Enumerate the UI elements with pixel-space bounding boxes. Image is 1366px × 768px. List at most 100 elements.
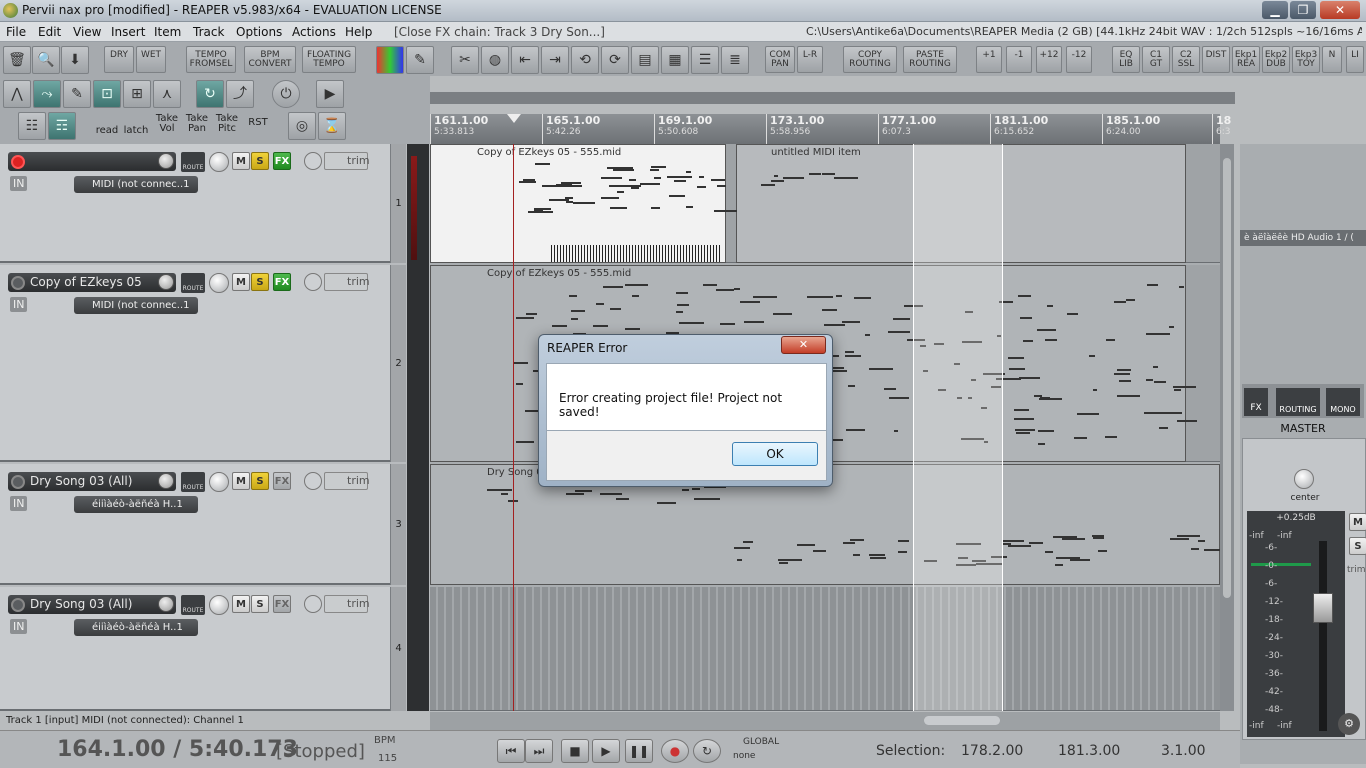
track-3-header[interactable]: Dry Song 03 (All) ROUTE M S FX trim IN é… — [0, 464, 406, 585]
input-label[interactable]: IN — [10, 619, 28, 634]
ekp3-toy-button[interactable]: Ekp3 TOY — [1292, 46, 1320, 73]
ekp1-rea-button[interactable]: Ekp1 REA — [1232, 46, 1260, 73]
menu-options[interactable]: Options — [236, 25, 282, 39]
volume-knob[interactable] — [158, 153, 174, 169]
time-selection[interactable] — [913, 144, 1003, 711]
envelope-tool-icon[interactable]: ⋀ — [3, 80, 31, 108]
transpose-plus1-button[interactable]: +1 — [976, 46, 1002, 73]
track-name-field[interactable]: Copy of EZkeys 05 — [8, 273, 176, 292]
grid-snap-icon[interactable]: ⊞ — [123, 80, 151, 108]
play-icon[interactable]: ▶ — [592, 739, 620, 763]
drum-icon[interactable]: ◍ — [481, 46, 509, 74]
minimize-button[interactable]: ▁ — [1262, 1, 1288, 19]
c1-gt-button[interactable]: C1 GT — [1142, 46, 1170, 73]
auto-crossfade-icon[interactable]: ⋏ — [153, 80, 181, 108]
menu-track[interactable]: Track — [193, 25, 224, 39]
mute-button[interactable]: M — [232, 472, 250, 490]
menu-file[interactable]: File — [6, 25, 26, 39]
record-mode-icon[interactable]: ◎ — [288, 112, 316, 140]
trim-button[interactable]: trim — [324, 595, 370, 613]
volume-knob[interactable] — [158, 596, 174, 612]
horizontal-scrollbar[interactable] — [430, 712, 1220, 730]
compan-button[interactable]: COM PAN — [765, 46, 795, 73]
nudge-right-icon[interactable]: ⇥ — [541, 46, 569, 74]
master-fx-button[interactable]: FX — [1244, 388, 1268, 416]
close-window-button[interactable]: ✕ — [1320, 1, 1360, 19]
pause-icon[interactable]: ❚❚ — [625, 739, 653, 763]
route-button[interactable]: ROUTE — [181, 273, 205, 293]
master-mute-button[interactable]: M — [1349, 513, 1366, 531]
fader-track[interactable] — [1319, 541, 1327, 731]
lanes-icon[interactable]: ☰ — [691, 46, 719, 74]
record-arm-button[interactable] — [11, 475, 25, 489]
trim-button[interactable]: trim — [324, 273, 370, 291]
track-2-header[interactable]: Copy of EZkeys 05 ROUTE M S FX trim IN M… — [0, 265, 406, 462]
track-name-field[interactable]: Dry Song 03 (All) — [8, 472, 176, 491]
record-arm-button[interactable] — [11, 155, 25, 169]
pan-knob[interactable] — [209, 273, 229, 293]
floating-tempo-button[interactable]: FLOATING TEMPO — [302, 46, 356, 73]
copy-routing-button[interactable]: COPY ROUTING — [843, 46, 897, 73]
maximize-button[interactable]: ❐ — [1290, 1, 1316, 19]
menu-item[interactable]: Item — [154, 25, 181, 39]
take-pan-button[interactable]: Take Pan — [183, 114, 211, 134]
hourglass-icon[interactable]: ⌛ — [318, 112, 346, 140]
trash-icon[interactable]: 🗑 — [3, 46, 31, 74]
master-solo-button[interactable]: S — [1349, 537, 1366, 555]
volume-knob[interactable] — [158, 473, 174, 489]
split-icon[interactable]: ✂ — [451, 46, 479, 74]
midi-input-select[interactable]: MIDI (not connec..1 — [74, 297, 198, 314]
menu-edit[interactable]: Edit — [38, 25, 61, 39]
nudge-left-icon[interactable]: ⇤ — [511, 46, 539, 74]
menu-help[interactable]: Help — [345, 25, 372, 39]
read-automation-button[interactable]: read — [94, 116, 120, 136]
track-1-header[interactable]: ROUTE M S FX trim IN MIDI (not connec..1… — [0, 144, 406, 263]
zoom-icon[interactable]: 🔍 — [32, 46, 60, 74]
transpose-minus12-button[interactable]: -12 — [1066, 46, 1092, 73]
select-tool-icon[interactable]: ⊡ — [93, 80, 121, 108]
solo-button[interactable]: S — [251, 472, 269, 490]
input-label[interactable]: IN — [10, 496, 28, 511]
go-start-icon[interactable]: ⏮ — [497, 739, 525, 763]
ekp2-dub-button[interactable]: Ekp2 DUB — [1262, 46, 1290, 73]
grid-icon[interactable]: ▦ — [661, 46, 689, 74]
color-picker-icon[interactable]: ✎ — [406, 46, 434, 74]
lr-button[interactable]: L-R — [797, 46, 823, 73]
phase-button[interactable] — [304, 595, 322, 613]
phase-button[interactable] — [304, 472, 322, 490]
fx-button[interactable]: FX — [273, 152, 291, 170]
dialog-close-button[interactable]: ✕ — [781, 336, 826, 354]
playhead-marker-icon[interactable] — [507, 114, 521, 123]
phase-button[interactable] — [304, 273, 322, 291]
ok-button[interactable]: OK — [732, 442, 818, 466]
rst-button[interactable]: RST — [245, 118, 271, 128]
input-label[interactable]: IN — [10, 176, 28, 191]
download-icon[interactable]: ⬇ — [61, 46, 89, 74]
record-arm-button[interactable] — [11, 276, 25, 290]
master-mono-button[interactable]: MONO — [1326, 388, 1360, 416]
midi-input-select[interactable]: éiiìàéò-àëñéà H..1 — [74, 496, 198, 513]
stop-icon[interactable]: ■ — [561, 739, 589, 763]
selection-end[interactable]: 181.3.00 — [1058, 743, 1120, 759]
track-name-field[interactable] — [8, 152, 176, 171]
color-icon[interactable] — [376, 46, 404, 74]
fx-button[interactable]: FX — [273, 472, 291, 490]
menu-insert[interactable]: Insert — [111, 25, 145, 39]
take-vol-button[interactable]: Take Vol — [153, 114, 181, 134]
mixer-list-icon[interactable]: ☶ — [48, 112, 76, 140]
mute-button[interactable]: M — [232, 595, 250, 613]
global-value[interactable]: none — [733, 751, 755, 761]
glue-icon[interactable]: ⟲ — [571, 46, 599, 74]
tempo-fromsel-button[interactable]: TEMPO FROMSEL — [186, 46, 236, 73]
vertical-scrollbar[interactable] — [1220, 144, 1234, 711]
fx-button[interactable]: FX — [273, 595, 291, 613]
solo-button[interactable]: S — [251, 152, 269, 170]
transpose-minus1-button[interactable]: -1 — [1006, 46, 1032, 73]
route-button[interactable]: ROUTE — [181, 472, 205, 492]
fx-button[interactable]: FX — [273, 273, 291, 291]
wet-button[interactable]: WET — [136, 46, 166, 73]
pencil-icon[interactable]: ✎ — [63, 80, 91, 108]
solo-button[interactable]: S — [251, 595, 269, 613]
paste-routing-button[interactable]: PASTE ROUTING — [903, 46, 957, 73]
metronome-icon[interactable]: ⤴ — [226, 80, 254, 108]
